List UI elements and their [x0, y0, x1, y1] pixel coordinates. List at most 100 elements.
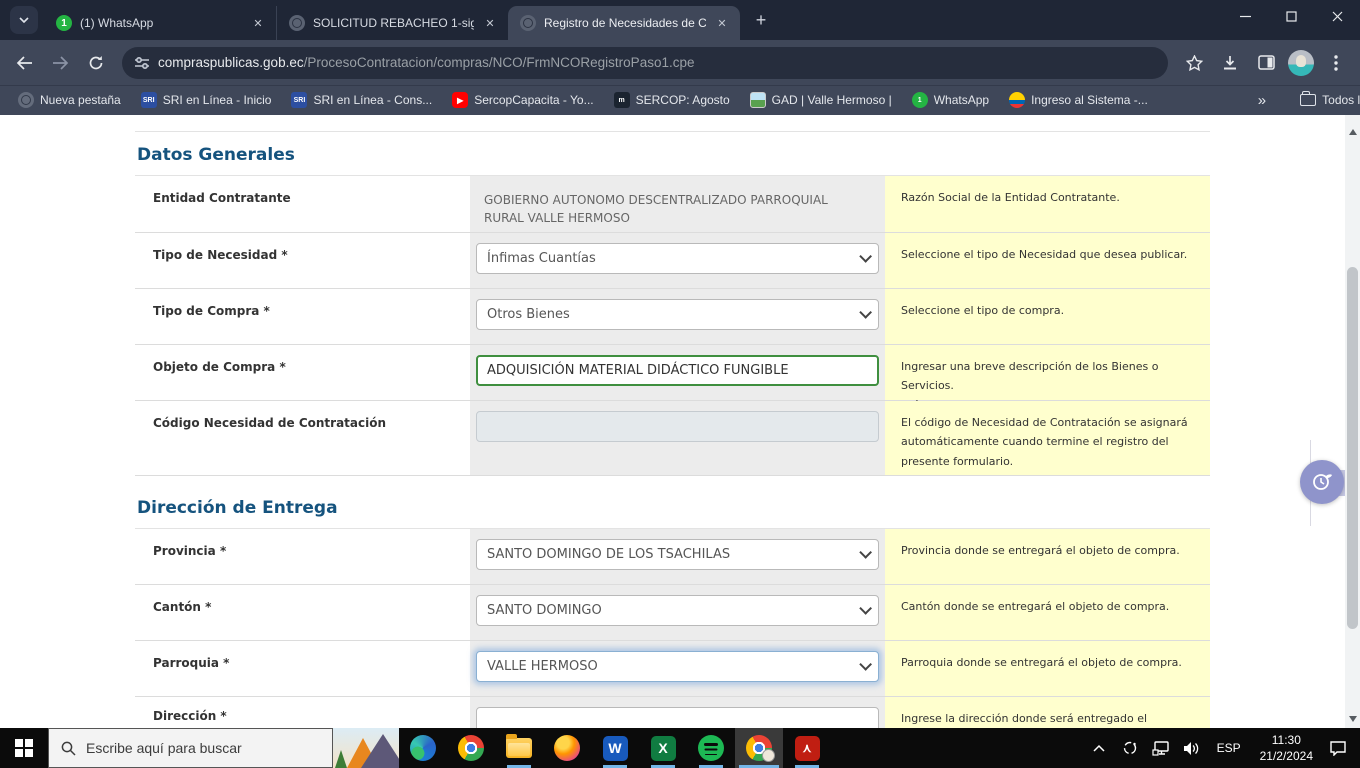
forward-button[interactable]	[44, 47, 76, 79]
maximize-button[interactable]	[1268, 0, 1314, 32]
bookmark-sri-inicio[interactable]: SRI SRI en Línea - Inicio	[133, 89, 280, 111]
taskbar-spotify-icon[interactable]	[687, 728, 735, 768]
news-weather-widget[interactable]	[333, 728, 399, 768]
help-text: Razón Social de la Entidad Contratante.	[885, 176, 1210, 232]
tray-expand-chevron-icon[interactable]	[1087, 734, 1111, 762]
codigo-necesidad-input	[476, 411, 879, 442]
floating-extension-widget[interactable]	[1298, 458, 1346, 506]
chevron-down-icon	[859, 306, 872, 319]
help-text: Ingrese la dirección donde será entregad…	[885, 697, 1210, 728]
tipo-necesidad-select[interactable]: Ínfimas Cuantías	[476, 243, 879, 274]
bookmark-nueva-pestana[interactable]: Nueva pestaña	[10, 89, 129, 111]
field-label: Objeto de Compra *	[135, 345, 470, 400]
start-button[interactable]	[0, 728, 48, 768]
bookmarks-overflow-button[interactable]: »	[1250, 92, 1276, 109]
whatsapp-icon: 1	[56, 15, 72, 31]
address-bar[interactable]: compraspublicas.gob.ec/ProcesoContrataci…	[122, 47, 1168, 79]
bookmark-sercop-agosto[interactable]: m SERCOP: Agosto	[606, 89, 738, 111]
scrollbar-thumb[interactable]	[1347, 267, 1358, 629]
form-row-direccion: Dirección * Ingrese la dirección donde s…	[135, 697, 1210, 728]
taskbar-word-icon[interactable]: W	[591, 728, 639, 768]
reload-button[interactable]	[80, 47, 112, 79]
timer-clock-icon[interactable]	[1300, 460, 1344, 504]
selected-value: VALLE HERMOSO	[487, 659, 598, 674]
url-domain: compraspublicas.gob.ec	[158, 55, 304, 70]
scroll-down-arrow[interactable]	[1345, 711, 1360, 726]
field-cell	[470, 697, 885, 728]
bookmark-sercopcapacita[interactable]: ▶ SercopCapacita - Yo...	[444, 89, 601, 111]
globe-icon	[289, 15, 305, 31]
ecuador-icon	[1009, 92, 1025, 108]
form-row-tipo-compra: Tipo de Compra * Otros Bienes Seleccione…	[135, 289, 1210, 345]
tab-registro-necesidades[interactable]: Registro de Necesidades de Con ✕	[508, 6, 740, 40]
bookmark-label: Ingreso al Sistema -...	[1031, 93, 1148, 107]
page-content: Datos Generales Entidad Contratante GOBI…	[0, 115, 1360, 728]
download-icon[interactable]	[1214, 47, 1246, 79]
close-icon[interactable]: ✕	[714, 15, 730, 31]
language-indicator[interactable]: ESP	[1211, 741, 1247, 755]
chevron-down-icon	[859, 602, 872, 615]
tab-search-button[interactable]	[10, 6, 38, 34]
parroquia-select[interactable]: VALLE HERMOSO	[476, 651, 879, 682]
canton-select[interactable]: SANTO DOMINGO	[476, 595, 879, 626]
url-path: /ProcesoContratacion/compras/NCO/FrmNCOR…	[304, 55, 695, 70]
all-bookmarks-button[interactable]: Todos los marcadores	[1292, 90, 1360, 110]
help-text: Seleccione el tipo de compra.	[885, 289, 1210, 344]
scroll-up-arrow[interactable]	[1345, 124, 1360, 139]
field-label: Tipo de Necesidad *	[135, 233, 470, 288]
side-panel-icon[interactable]	[1250, 47, 1282, 79]
form-row-parroquia: Parroquia * VALLE HERMOSO Parroquia dond…	[135, 641, 1210, 697]
sri-icon: SRI	[141, 92, 157, 108]
taskbar-edge-icon[interactable]	[399, 728, 447, 768]
volume-icon[interactable]	[1180, 734, 1204, 762]
site-settings-icon[interactable]	[134, 56, 150, 70]
form-container: Datos Generales Entidad Contratante GOBI…	[135, 131, 1210, 728]
tab-solicitud-rebacheo[interactable]: SOLICITUD REBACHEO 1-signed ✕	[276, 6, 508, 40]
close-icon[interactable]: ✕	[250, 15, 266, 31]
tray-sync-icon[interactable]	[1118, 734, 1142, 762]
taskbar-file-explorer-icon[interactable]	[495, 728, 543, 768]
system-tray: ESP 11:30 21/2/2024	[1087, 728, 1360, 768]
direccion-input[interactable]	[476, 707, 879, 728]
objeto-compra-input[interactable]: ADQUISICIÓN MATERIAL DIDÁCTICO FUNGIBLE	[476, 355, 879, 386]
bookmark-sri-consultas[interactable]: SRI SRI en Línea - Cons...	[283, 89, 440, 111]
back-button[interactable]	[8, 47, 40, 79]
bookmark-whatsapp[interactable]: 1 WhatsApp	[904, 89, 997, 111]
new-tab-button[interactable]: +	[748, 7, 774, 33]
menu-dots-icon[interactable]	[1320, 47, 1352, 79]
taskbar-acrobat-icon[interactable]: ⋏	[783, 728, 831, 768]
bookmark-gad-valle-hermoso[interactable]: GAD | Valle Hermoso |	[742, 89, 900, 111]
tab-whatsapp[interactable]: 1 (1) WhatsApp ✕	[44, 6, 276, 40]
tipo-compra-select[interactable]: Otros Bienes	[476, 299, 879, 330]
minimize-button[interactable]	[1222, 0, 1268, 32]
bookmark-label: Nueva pestaña	[40, 93, 121, 107]
taskbar-excel-icon[interactable]: X	[639, 728, 687, 768]
clock-date[interactable]: 11:30 21/2/2024	[1254, 732, 1319, 764]
input-value: ADQUISICIÓN MATERIAL DIDÁCTICO FUNGIBLE	[487, 363, 789, 378]
field-label: Cantón *	[135, 585, 470, 640]
taskbar-firefox-icon[interactable]	[543, 728, 591, 768]
sercop-icon: m	[614, 92, 630, 108]
bookmark-star-button[interactable]	[1178, 47, 1210, 79]
network-icon[interactable]	[1149, 734, 1173, 762]
selected-value: SANTO DOMINGO DE LOS TSACHILAS	[487, 547, 730, 562]
bookmark-ingreso-sistema[interactable]: Ingreso al Sistema -...	[1001, 89, 1156, 111]
tab-title: (1) WhatsApp	[80, 16, 242, 30]
tab-title: Registro de Necesidades de Con	[544, 16, 706, 30]
bookmark-label: SercopCapacita - Yo...	[474, 93, 593, 107]
chevron-down-icon	[859, 658, 872, 671]
close-icon[interactable]: ✕	[482, 15, 498, 31]
help-text: Seleccione el tipo de Necesidad que dese…	[885, 233, 1210, 288]
provincia-select[interactable]: SANTO DOMINGO DE LOS TSACHILAS	[476, 539, 879, 570]
windows-taskbar: Escribe aquí para buscar W X ⋏ ESP 11:30	[0, 728, 1360, 768]
folder-icon	[1300, 94, 1316, 106]
taskbar-chrome-active-icon[interactable]	[735, 728, 783, 768]
taskbar-chrome-icon[interactable]	[447, 728, 495, 768]
help-text: Provincia donde se entregará el objeto d…	[885, 529, 1210, 584]
field-cell: VALLE HERMOSO	[470, 641, 885, 696]
close-window-button[interactable]	[1314, 0, 1360, 32]
notification-center-icon[interactable]	[1326, 734, 1350, 762]
profile-avatar[interactable]	[1288, 50, 1314, 76]
scrollbar[interactable]	[1345, 115, 1360, 728]
taskbar-search-input[interactable]: Escribe aquí para buscar	[48, 728, 333, 768]
